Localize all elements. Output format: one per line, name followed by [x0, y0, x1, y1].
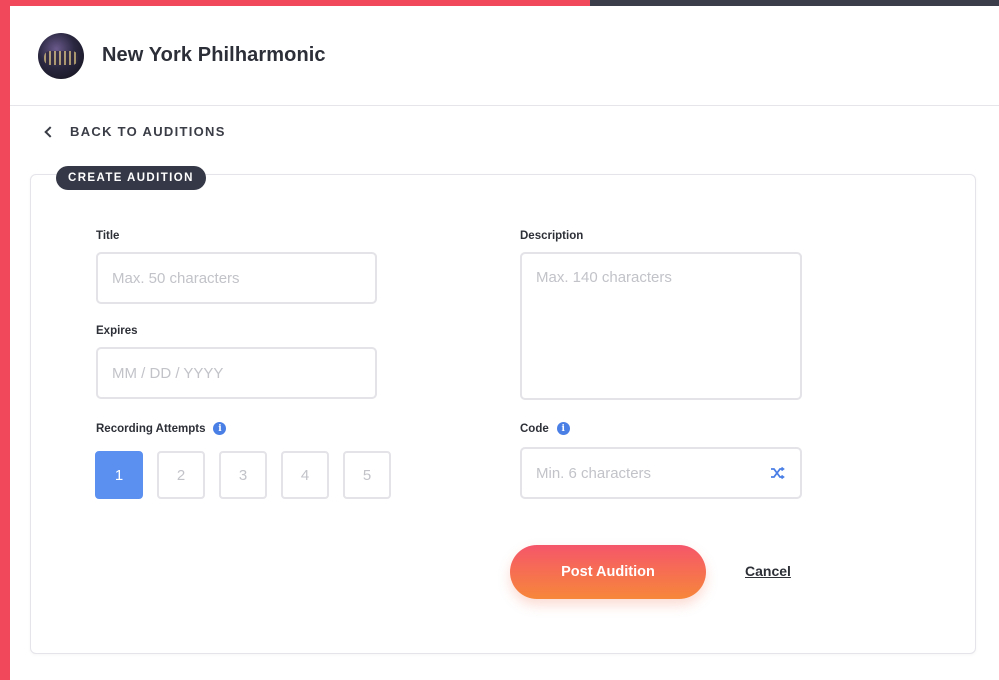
create-audition-card — [30, 174, 976, 654]
org-name: New York Philharmonic — [102, 44, 326, 66]
expires-date-input[interactable]: MM / DD / YYYY — [96, 347, 377, 399]
description-textarea[interactable]: Max. 140 characters — [520, 252, 802, 400]
code-input[interactable]: Min. 6 characters — [520, 447, 802, 499]
title-input[interactable]: Max. 50 characters — [96, 252, 377, 304]
code-label-text: Code — [520, 422, 549, 435]
recording-attempts-label-text: Recording Attempts — [96, 422, 206, 435]
header: New York Philharmonic — [10, 6, 999, 106]
attempt-option-4[interactable]: 4 — [281, 451, 329, 499]
recording-attempts-label: Recording Attempts i — [96, 422, 227, 435]
cancel-link[interactable]: Cancel — [745, 563, 791, 579]
left-accent-bar — [0, 0, 10, 680]
info-icon[interactable]: i — [213, 422, 227, 435]
attempt-option-2[interactable]: 2 — [157, 451, 205, 499]
back-to-auditions-link[interactable]: BACK TO AUDITIONS — [44, 124, 226, 139]
org-avatar — [38, 32, 84, 79]
title-label: Title — [96, 230, 120, 242]
back-link-label: BACK TO AUDITIONS — [70, 124, 226, 139]
code-placeholder: Min. 6 characters — [536, 464, 652, 482]
post-audition-button[interactable]: Post Audition — [510, 545, 706, 599]
attempt-option-1[interactable]: 1 — [95, 451, 143, 499]
description-label: Description — [520, 230, 584, 242]
chevron-left-icon — [44, 125, 56, 138]
info-icon[interactable]: i — [556, 422, 570, 435]
attempt-option-5[interactable]: 5 — [343, 451, 391, 499]
card-tag: CREATE AUDITION — [56, 166, 206, 190]
attempt-option-3[interactable]: 3 — [219, 451, 267, 499]
expires-label: Expires — [96, 325, 138, 337]
code-label: Code i — [520, 422, 570, 435]
shuffle-icon[interactable] — [770, 465, 786, 481]
